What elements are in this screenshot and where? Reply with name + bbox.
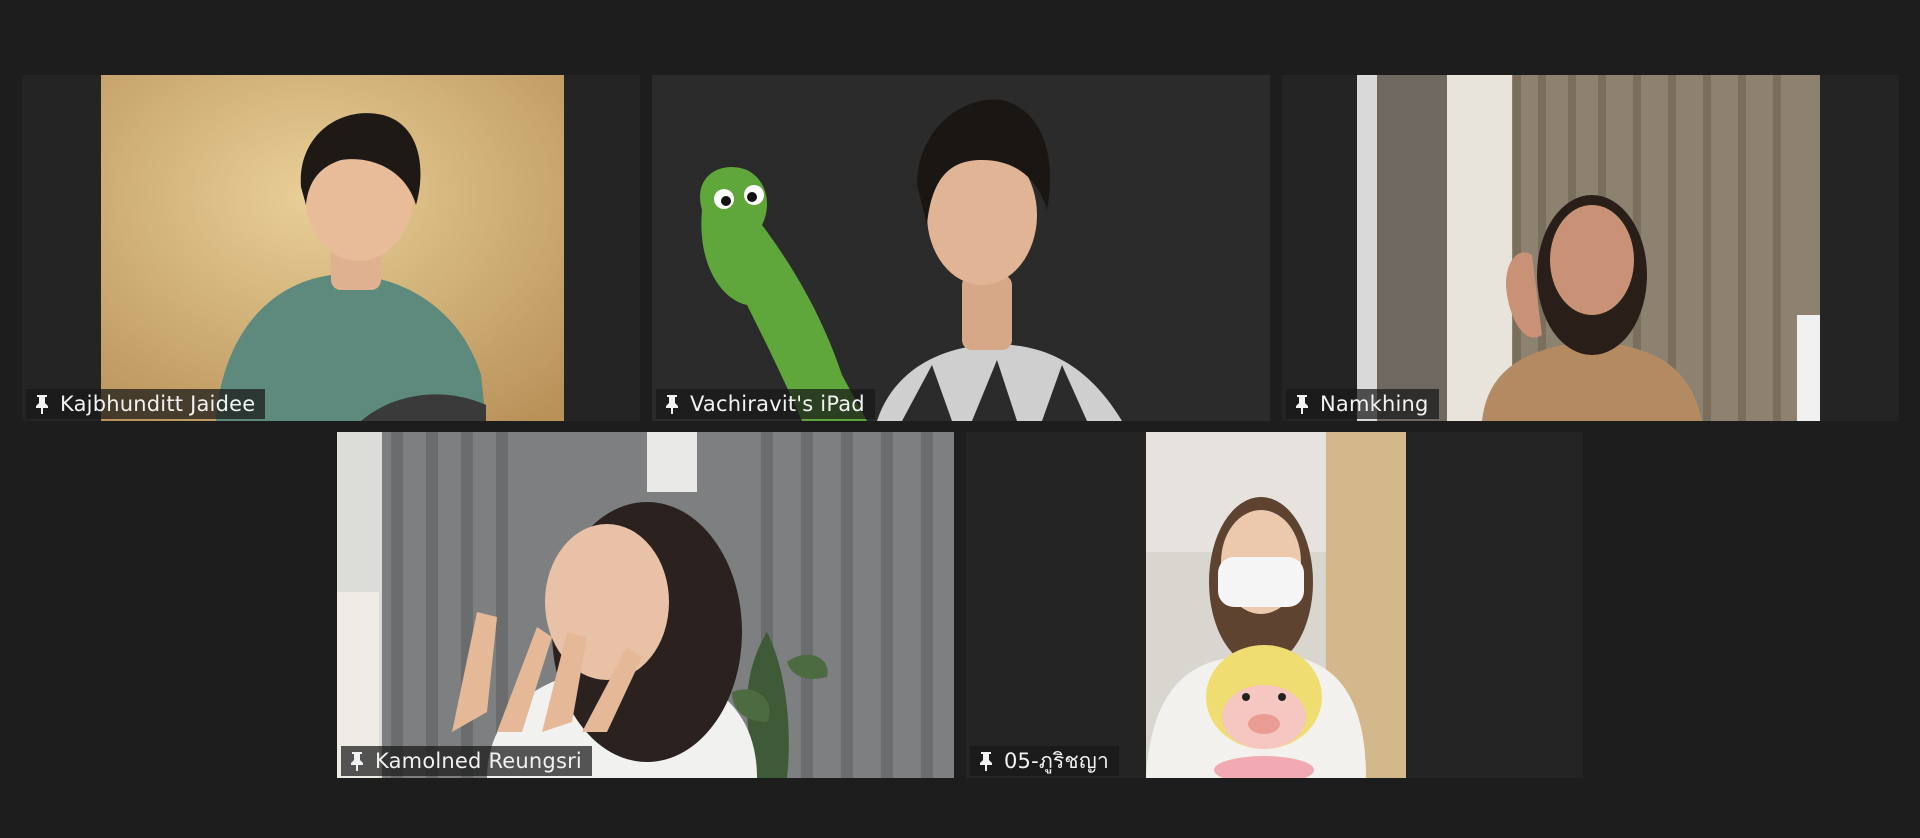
participant-video bbox=[1146, 432, 1406, 778]
video-tile[interactable]: Kamolned Reungsri bbox=[337, 432, 954, 778]
pin-icon[interactable] bbox=[664, 393, 680, 415]
video-tile[interactable]: Namkhing bbox=[1282, 75, 1899, 421]
video-tile[interactable]: 05-ภูริชญา bbox=[966, 432, 1583, 778]
participant-name: Vachiravit's iPad bbox=[690, 392, 865, 416]
participant-name: Namkhing bbox=[1320, 392, 1429, 416]
participant-name-tag: Vachiravit's iPad bbox=[656, 389, 875, 419]
video-tile[interactable]: Vachiravit's iPad bbox=[652, 75, 1270, 421]
participant-name: Kajbhunditt Jaidee bbox=[60, 392, 256, 416]
video-tile[interactable]: Kajbhunditt Jaidee bbox=[22, 75, 640, 421]
participant-video bbox=[101, 75, 564, 421]
participant-name-tag: Kamolned Reungsri bbox=[341, 746, 592, 776]
pin-icon[interactable] bbox=[34, 393, 50, 415]
participant-video bbox=[1357, 75, 1820, 421]
participant-name-tag: 05-ภูริชญา bbox=[970, 746, 1119, 776]
pin-icon[interactable] bbox=[978, 750, 994, 772]
participant-name-tag: Kajbhunditt Jaidee bbox=[26, 389, 266, 419]
meeting-gallery-view: Kajbhunditt Jaidee Vachiravit's iPad Nam… bbox=[0, 0, 1920, 838]
participant-video bbox=[652, 75, 1270, 421]
participant-name: Kamolned Reungsri bbox=[375, 749, 582, 773]
participant-name-tag: Namkhing bbox=[1286, 389, 1439, 419]
participant-name: 05-ภูริชญา bbox=[1004, 748, 1109, 773]
participant-video bbox=[337, 432, 954, 778]
pin-icon[interactable] bbox=[1294, 393, 1310, 415]
pin-icon[interactable] bbox=[349, 750, 365, 772]
